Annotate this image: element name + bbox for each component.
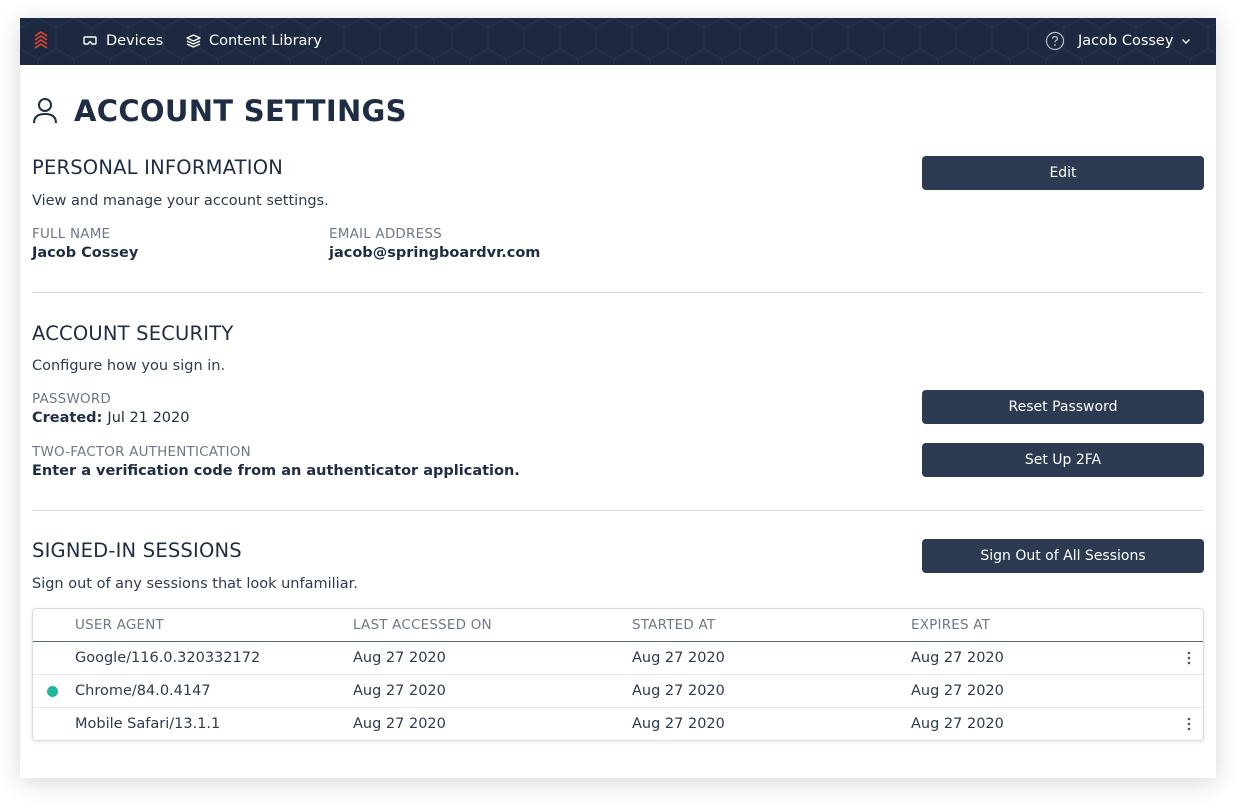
chevron-down-icon xyxy=(1182,38,1191,44)
table-row: Google/116.0.320332172 Aug 27 2020 Aug 2… xyxy=(33,642,1203,675)
more-options-icon[interactable] xyxy=(1183,650,1195,666)
column-header-last-accessed: LAST ACCESSED ON xyxy=(353,617,492,633)
edit-button[interactable]: Edit xyxy=(922,156,1204,190)
user-menu[interactable]: Jacob Cossey xyxy=(1078,30,1191,52)
full-name-label: FULL NAME xyxy=(32,226,111,242)
top-nav-bar: Devices Content Library Jacob Cossey xyxy=(20,18,1216,65)
nav-devices-label: Devices xyxy=(106,33,164,49)
nav-item-content-library[interactable]: Content Library xyxy=(186,30,322,52)
nav-item-devices[interactable]: Devices xyxy=(82,30,163,52)
page-title: ACCOUNT SETTINGS xyxy=(74,94,407,128)
current-session-indicator xyxy=(47,686,58,697)
cell-started-at: Aug 27 2020 xyxy=(632,650,725,666)
account-security-description: Configure how you sign in. xyxy=(32,358,226,374)
page-header: ACCOUNT SETTINGS xyxy=(32,94,407,128)
two-factor-description: Enter a verification code from an authen… xyxy=(32,463,520,479)
signed-in-sessions-description: Sign out of any sessions that look unfam… xyxy=(32,576,358,592)
table-header: USER AGENT LAST ACCESSED ON STARTED AT E… xyxy=(33,609,1203,642)
more-options-icon[interactable] xyxy=(1183,716,1195,732)
set-up-2fa-button[interactable]: Set Up 2FA xyxy=(922,443,1204,477)
cell-expires-at: Aug 27 2020 xyxy=(911,683,1004,699)
column-header-expires-at: EXPIRES AT xyxy=(911,617,991,633)
cell-started-at: Aug 27 2020 xyxy=(632,716,725,732)
user-name: Jacob Cossey xyxy=(1078,33,1174,49)
section-divider xyxy=(32,292,1203,293)
password-created: Created: Jul 21 2020 xyxy=(32,410,190,426)
cell-user-agent: Chrome/84.0.4147 xyxy=(75,683,211,699)
cell-started-at: Aug 27 2020 xyxy=(632,683,725,699)
table-row: Chrome/84.0.4147 Aug 27 2020 Aug 27 2020… xyxy=(33,675,1203,708)
two-factor-label: TWO-FACTOR AUTHENTICATION xyxy=(32,444,251,460)
cell-expires-at: Aug 27 2020 xyxy=(911,716,1004,732)
vr-headset-icon xyxy=(83,36,97,45)
password-label: PASSWORD xyxy=(32,391,112,407)
cell-last-accessed: Aug 27 2020 xyxy=(353,716,446,732)
springboard-logo-icon[interactable] xyxy=(32,28,50,52)
full-name-value: Jacob Cossey xyxy=(32,245,139,261)
password-created-label: Created: xyxy=(32,410,103,426)
nav-content-library-label: Content Library xyxy=(209,33,322,49)
sign-out-all-sessions-button[interactable]: Sign Out of All Sessions xyxy=(922,539,1204,573)
account-security-title: ACCOUNT SECURITY xyxy=(32,322,234,345)
layers-icon xyxy=(186,34,201,48)
column-header-started-at: STARTED AT xyxy=(632,617,716,633)
cell-user-agent: Mobile Safari/13.1.1 xyxy=(75,716,221,732)
reset-password-button[interactable]: Reset Password xyxy=(922,390,1204,424)
sessions-table: USER AGENT LAST ACCESSED ON STARTED AT E… xyxy=(32,608,1204,741)
table-row: Mobile Safari/13.1.1 Aug 27 2020 Aug 27 … xyxy=(33,708,1203,741)
password-created-date: Jul 21 2020 xyxy=(107,410,190,426)
help-icon[interactable] xyxy=(1045,31,1065,51)
user-icon xyxy=(33,98,57,124)
email-address-label: EMAIL ADDRESS xyxy=(329,226,442,242)
cell-last-accessed: Aug 27 2020 xyxy=(353,650,446,666)
cell-expires-at: Aug 27 2020 xyxy=(911,650,1004,666)
column-header-user-agent: USER AGENT xyxy=(75,617,164,633)
cell-last-accessed: Aug 27 2020 xyxy=(353,683,446,699)
section-divider xyxy=(32,510,1203,511)
personal-information-title: PERSONAL INFORMATION xyxy=(32,156,284,179)
app-window: Devices Content Library Jacob Cossey ACC… xyxy=(20,18,1216,778)
email-address-value: jacob@springboardvr.com xyxy=(329,245,541,261)
signed-in-sessions-title: SIGNED-IN SESSIONS xyxy=(32,539,242,562)
personal-information-description: View and manage your account settings. xyxy=(32,193,329,209)
cell-user-agent: Google/116.0.320332172 xyxy=(75,650,261,666)
